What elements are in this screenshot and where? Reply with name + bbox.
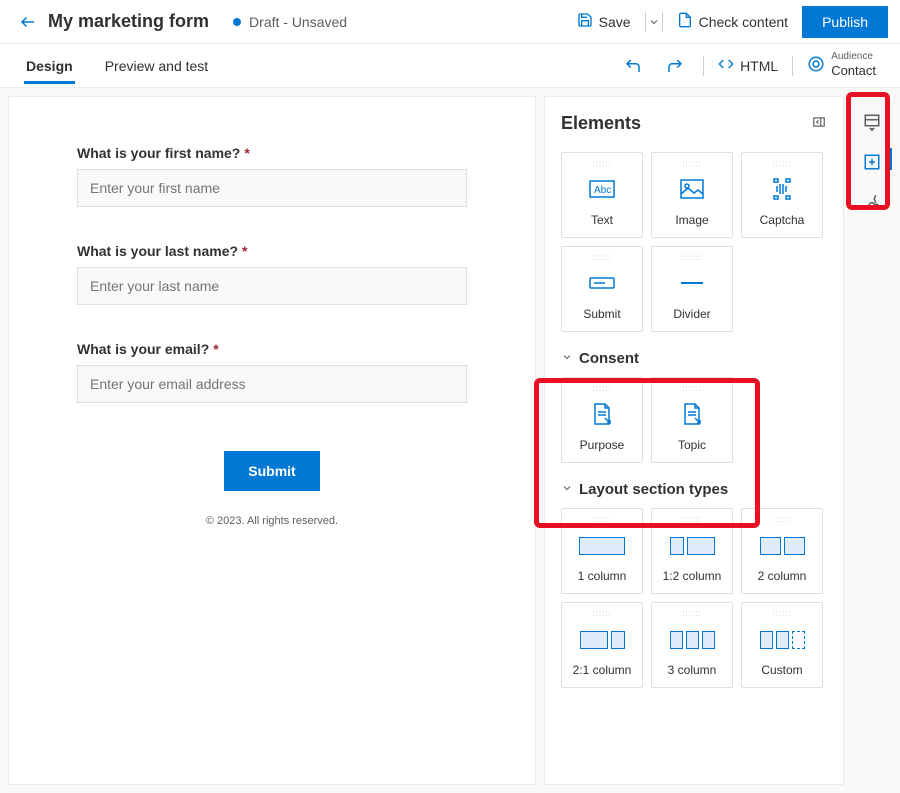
rail-form-fields-button[interactable]: [860, 110, 884, 134]
target-icon: [807, 55, 825, 76]
save-dropdown[interactable]: [645, 12, 663, 32]
status: Draft - Unsaved: [233, 14, 347, 30]
drag-handle-icon: ::::::: [592, 253, 611, 262]
separator: [703, 56, 704, 76]
first-name-input[interactable]: [77, 169, 467, 207]
purpose-icon: [588, 402, 616, 426]
section-consent-toggle[interactable]: Consent: [545, 332, 843, 377]
drag-handle-icon: ::::::: [592, 159, 611, 168]
layout-2-column[interactable]: :::::: 2 column: [741, 508, 823, 594]
audience-button[interactable]: Audience Contact: [807, 52, 876, 78]
last-name-input[interactable]: [77, 267, 467, 305]
drag-handle-icon: ::::::: [682, 515, 701, 524]
page-title: My marketing form: [48, 11, 209, 32]
panel-collapse-button[interactable]: [811, 115, 827, 132]
field-label: What is your last name?*: [77, 243, 467, 259]
section-layout-toggle[interactable]: Layout section types: [545, 463, 843, 508]
element-text[interactable]: :::::: Abc Text: [561, 152, 643, 238]
panel-title: Elements: [561, 113, 641, 134]
element-purpose[interactable]: :::::: Purpose: [561, 377, 643, 463]
save-label: Save: [599, 14, 631, 30]
html-label: HTML: [740, 58, 778, 74]
element-submit[interactable]: :::::: Submit: [561, 246, 643, 332]
save-button[interactable]: Save: [569, 6, 639, 37]
layout-1-column[interactable]: :::::: 1 column: [561, 508, 643, 594]
layout-1-2-column[interactable]: :::::: 1:2 column: [651, 508, 733, 594]
drag-handle-icon: ::::::: [772, 159, 791, 168]
separator: [792, 56, 793, 76]
check-content-label: Check content: [699, 14, 789, 30]
divider-icon: [678, 271, 706, 295]
layout-custom[interactable]: :::::: Custom: [741, 602, 823, 688]
back-button[interactable]: [12, 6, 44, 38]
drag-handle-icon: ::::::: [682, 253, 701, 262]
submit-icon: [588, 271, 616, 295]
footer-text: © 2023. All rights reserved.: [77, 515, 467, 527]
status-text: Draft - Unsaved: [249, 14, 347, 30]
check-content-button[interactable]: Check content: [669, 6, 797, 37]
drag-handle-icon: ::::::: [772, 515, 791, 524]
image-icon: [678, 177, 706, 201]
topic-icon: [678, 402, 706, 426]
undo-button[interactable]: [619, 52, 647, 80]
document-check-icon: [677, 12, 693, 31]
layout-3-column[interactable]: :::::: 3 column: [651, 602, 733, 688]
code-icon: [718, 56, 734, 75]
chevron-down-icon: [561, 350, 573, 367]
text-icon: Abc: [588, 177, 616, 201]
captcha-icon: [768, 177, 796, 201]
svg-text:Abc: Abc: [594, 185, 611, 196]
drag-handle-icon: ::::::: [592, 515, 611, 524]
side-rail: [852, 96, 892, 785]
drag-handle-icon: ::::::: [682, 159, 701, 168]
html-button[interactable]: HTML: [718, 56, 778, 75]
field-label: What is your email?*: [77, 341, 467, 357]
form-canvas[interactable]: What is your first name?* What is your l…: [8, 96, 536, 785]
rail-settings-button[interactable]: [860, 190, 884, 214]
drag-handle-icon: ::::::: [682, 609, 701, 618]
rail-elements-button[interactable]: [860, 150, 884, 174]
tab-design[interactable]: Design: [24, 48, 75, 84]
layout-2-1-column[interactable]: :::::: 2:1 column: [561, 602, 643, 688]
chevron-down-icon: [561, 481, 573, 498]
email-input[interactable]: [77, 365, 467, 403]
redo-button[interactable]: [661, 52, 689, 80]
field-label: What is your first name?*: [77, 145, 467, 161]
element-image[interactable]: :::::: Image: [651, 152, 733, 238]
audience-text: Audience Contact: [831, 52, 876, 78]
status-dot-icon: [233, 18, 241, 26]
tab-preview[interactable]: Preview and test: [103, 48, 211, 84]
rail-active-indicator: [889, 148, 892, 170]
publish-button[interactable]: Publish: [802, 6, 888, 38]
save-icon: [577, 12, 593, 31]
element-captcha[interactable]: :::::: Captcha: [741, 152, 823, 238]
drag-handle-icon: ::::::: [592, 384, 611, 393]
form-submit-button[interactable]: Submit: [224, 451, 319, 491]
drag-handle-icon: ::::::: [682, 384, 701, 393]
drag-handle-icon: ::::::: [772, 609, 791, 618]
elements-panel: Elements :::::: Abc Text :::::: Image: [544, 96, 844, 785]
drag-handle-icon: ::::::: [592, 609, 611, 618]
element-topic[interactable]: :::::: Topic: [651, 377, 733, 463]
element-divider[interactable]: :::::: Divider: [651, 246, 733, 332]
